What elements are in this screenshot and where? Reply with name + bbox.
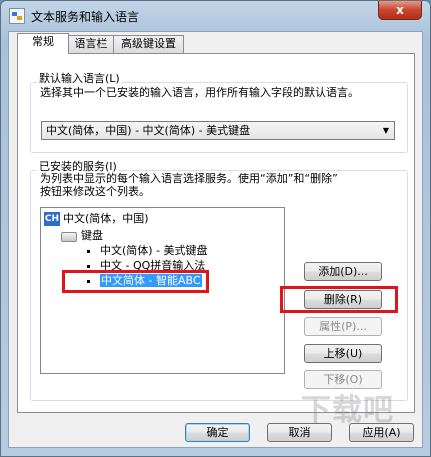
default-language-legend: 默认输入语言(L) [37, 70, 122, 86]
properties-button[interactable]: 属性(P)... [304, 317, 382, 336]
tree-node-language[interactable]: 中文(简体，中国) [63, 212, 149, 226]
watermark-logo: 下载吧 [301, 393, 394, 428]
installed-services-description-line2: 按钮来修改这个列表。 [40, 185, 150, 198]
default-language-description: 选择其中一个已安装的输入语言，用作所有输入字段的默认语言。 [40, 86, 359, 99]
text-services-icon [9, 8, 25, 24]
window-title: 文本服务和输入语言 [31, 10, 140, 24]
bullet-icon [87, 265, 90, 268]
language-badge: CH [44, 212, 60, 226]
default-language-value: 中文(简体，中国) - 中文(简体) - 美式键盘 [46, 124, 251, 137]
move-up-button[interactable]: 上移(U) [304, 344, 382, 363]
tree-item-us-keyboard[interactable]: 中文(简体) - 美式键盘 [100, 244, 208, 258]
tab-panel-general: 默认输入语言(L) 选择其中一个已安装的输入语言，用作所有输入字段的默认语言。 … [17, 53, 415, 413]
tab-general[interactable]: 常规 [17, 33, 69, 54]
dialog-window: 文本服务和输入语言 x 常规 语言栏 高级键设置 默认输入语言(L) 选择其中一… [0, 0, 431, 457]
tab-language-bar[interactable]: 语言栏 [68, 35, 114, 53]
keyboard-icon [61, 232, 77, 242]
close-button[interactable]: x [378, 1, 422, 20]
tab-advanced-key-settings[interactable]: 高级键设置 [113, 35, 184, 53]
default-language-select[interactable]: 中文(简体，中国) - 中文(简体) - 美式键盘 ▼ [41, 121, 395, 140]
ok-button[interactable]: 确定 [185, 423, 250, 442]
selected-item-highlight [62, 270, 209, 293]
remove-button-highlight [280, 286, 398, 313]
add-button[interactable]: 添加(D)... [304, 262, 382, 281]
bullet-icon [87, 250, 90, 253]
tree-node-keyboard[interactable]: 键盘 [81, 229, 103, 243]
installed-services-description-line1: 为列表中显示的每个输入语言选择服务。使用“添加”和“删除” [40, 172, 338, 185]
title-bar[interactable]: 文本服务和输入语言 x [1, 1, 430, 31]
chevron-down-icon: ▼ [382, 126, 389, 135]
